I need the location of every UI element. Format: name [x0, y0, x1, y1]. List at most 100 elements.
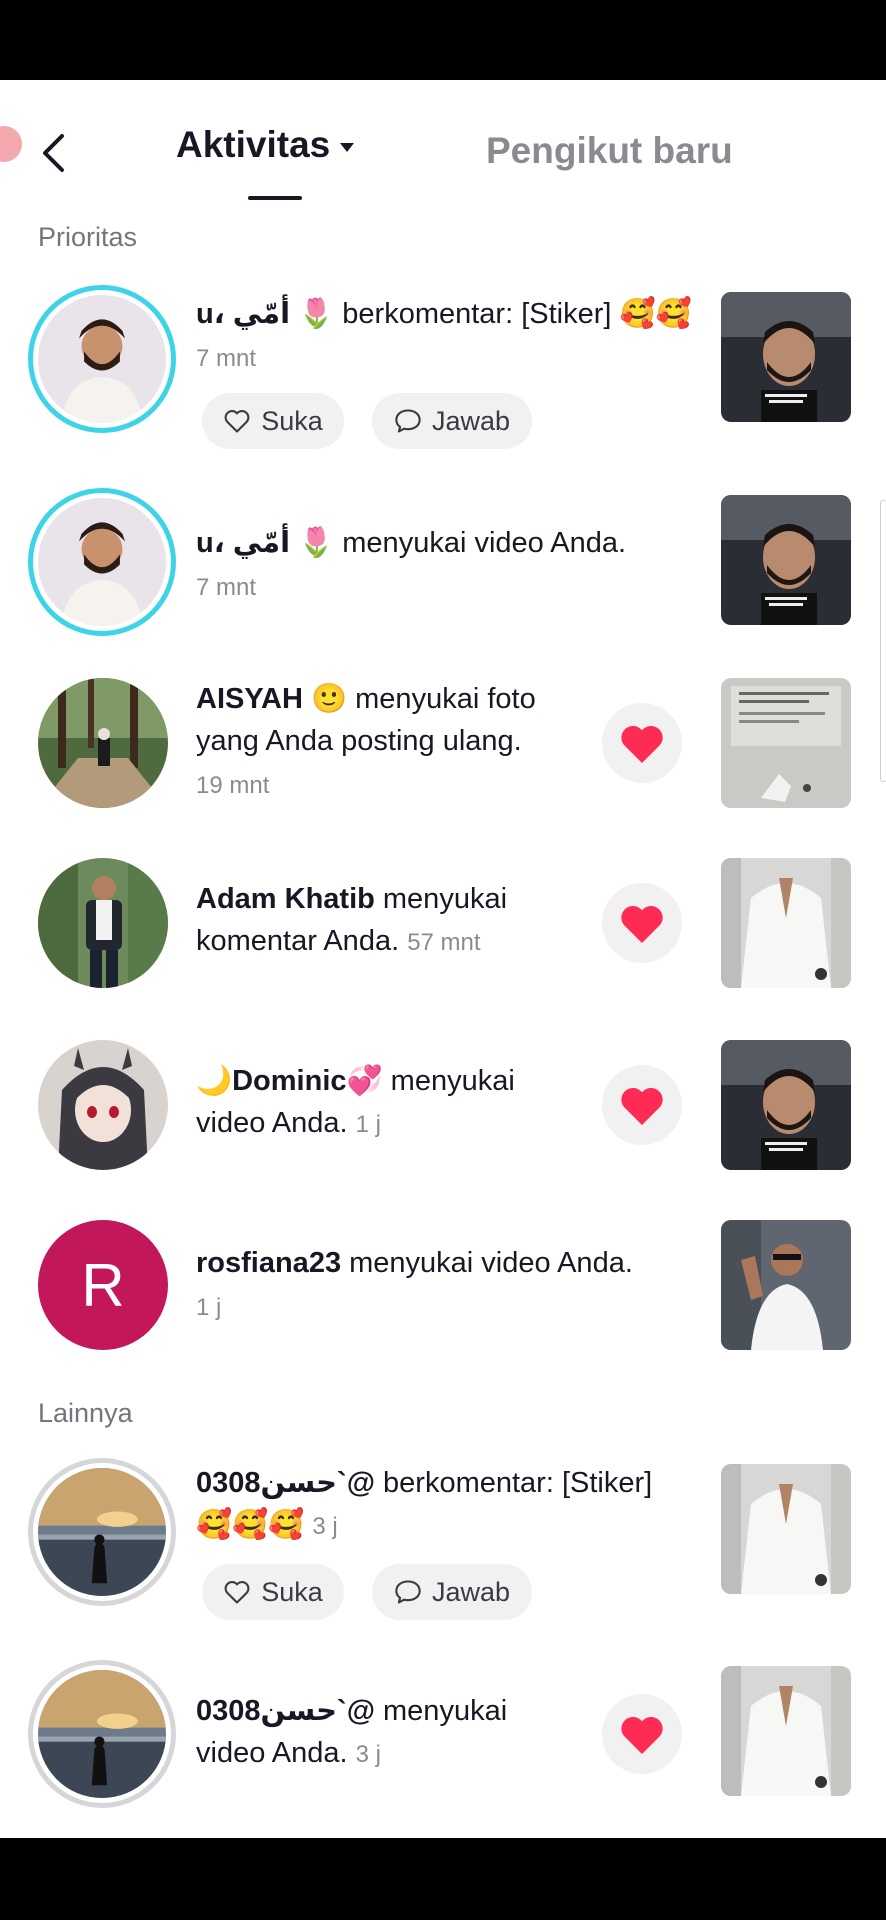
- username: 0308حسن`@: [196, 1695, 375, 1727]
- action-text: menyukai: [374, 883, 508, 915]
- video-thumbnail[interactable]: [721, 1666, 851, 1796]
- top-system-bar: [0, 0, 886, 80]
- like-label: Suka: [261, 1576, 323, 1607]
- like-back-button[interactable]: [602, 703, 682, 783]
- tab-aktivitas-label: Aktivitas: [176, 124, 331, 165]
- avatar[interactable]: [28, 488, 176, 636]
- avatar-initial: R: [81, 1251, 125, 1319]
- section-title-prioritas: Prioritas: [38, 222, 138, 252]
- heart-outline-icon: [224, 1581, 250, 1604]
- action-text: menyukai foto: [347, 683, 536, 715]
- notification-item[interactable]: AISYAH 🙂 menyukai foto yang Anda posting…: [0, 678, 886, 808]
- action-text-line2: video Anda.: [196, 1737, 356, 1769]
- heart-filled-icon: [621, 905, 663, 943]
- notification-text: 0308حسن`@ menyukai video Anda. 3 j: [196, 1690, 507, 1776]
- like-comment-button[interactable]: Suka: [202, 393, 344, 449]
- action-text-line2: komentar Anda.: [196, 925, 408, 957]
- username: u، أمّي: [196, 298, 291, 330]
- caret-down-icon: [340, 142, 355, 152]
- reply-label: Jawab: [431, 1576, 511, 1607]
- moon-emoji: 🌙: [196, 1065, 233, 1097]
- avatar[interactable]: [28, 1458, 176, 1606]
- chevron-left-icon: [43, 134, 64, 172]
- notification-text: u، أمّي 🌷 berkomentar: [Stiker] 🥰🥰: [196, 293, 692, 335]
- header: Aktivitas Pengikut baru: [0, 88, 886, 213]
- avatar[interactable]: R: [38, 1220, 168, 1350]
- notification-item[interactable]: 0308حسن`@ menyukai video Anda. 3 j: [0, 1660, 886, 1810]
- like-back-button[interactable]: [602, 1694, 682, 1774]
- tulip-emoji: 🌷: [298, 527, 335, 559]
- username: AISYAH: [196, 683, 303, 715]
- reply-button[interactable]: Jawab: [372, 1564, 532, 1620]
- video-thumbnail[interactable]: [721, 495, 851, 625]
- video-thumbnail[interactable]: [721, 858, 851, 988]
- action-text: menyukai: [382, 1065, 515, 1097]
- video-thumbnail[interactable]: [721, 292, 851, 422]
- action-text: menyukai video Anda.: [334, 527, 627, 559]
- avatar[interactable]: [38, 1040, 168, 1170]
- notification-item[interactable]: 0308حسن`@ berkomentar: [Stiker] 🥰🥰🥰 3 j …: [0, 1458, 886, 1638]
- avatar[interactable]: [38, 678, 168, 808]
- username: 0308حسن`@: [196, 1467, 375, 1499]
- reply-label: Jawab: [431, 405, 511, 436]
- tab-pengikut-baru-label: Pengikut baru: [486, 130, 733, 171]
- timestamp: 57 mnt: [407, 929, 481, 956]
- video-thumbnail[interactable]: [721, 1220, 851, 1350]
- heart-filled-icon: [621, 1087, 663, 1125]
- section-title-lainnya: Lainnya: [38, 1398, 133, 1428]
- smile-emoji: 🙂: [310, 683, 348, 715]
- action-text-line2: yang Anda posting ulang.: [196, 725, 522, 757]
- comment-bubble-icon: [395, 1580, 421, 1604]
- timestamp: 19 mnt: [196, 772, 270, 799]
- reply-button[interactable]: Jawab: [372, 393, 532, 449]
- notification-item[interactable]: u، أمّي 🌷 berkomentar: [Stiker] 🥰🥰 7 mnt…: [0, 285, 886, 465]
- video-thumbnail[interactable]: [721, 1040, 851, 1170]
- notification-text: u، أمّي 🌷 menyukai video Anda.: [196, 522, 626, 564]
- avatar[interactable]: [28, 285, 176, 433]
- notification-item[interactable]: u، أمّي 🌷 menyukai video Anda. 7 mnt: [0, 488, 886, 638]
- like-back-button[interactable]: [602, 1065, 682, 1145]
- tab-pengikut-baru[interactable]: Pengikut baru: [486, 130, 733, 172]
- heart-filled-icon: [621, 1716, 663, 1754]
- timestamp: 3 j: [312, 1513, 338, 1540]
- tab-indicator: [248, 196, 302, 200]
- avatar[interactable]: [28, 1660, 176, 1808]
- tab-aktivitas[interactable]: Aktivitas: [176, 124, 355, 166]
- notification-text: 0308حسن`@ berkomentar: [Stiker] 🥰🥰🥰 3 j: [196, 1462, 652, 1548]
- smiling-hearts-emoji: 🥰🥰: [619, 298, 692, 330]
- notification-text: 🌙Dominic💞 menyukai video Anda. 1 j: [196, 1060, 515, 1146]
- heart-outline-icon: [224, 410, 250, 433]
- smiling-hearts-emoji: 🥰🥰🥰: [196, 1509, 305, 1541]
- video-thumbnail[interactable]: [721, 1464, 851, 1594]
- action-text-line2: video Anda.: [196, 1107, 356, 1139]
- username: Dominic: [232, 1065, 347, 1097]
- heart-emoji: 💞: [346, 1065, 383, 1097]
- notification-item[interactable]: R rosfiana23 menyukai video Anda. 1 j: [0, 1220, 886, 1350]
- like-comment-button[interactable]: Suka: [202, 1564, 344, 1620]
- notification-text: Adam Khatib menyukai komentar Anda. 57 m…: [196, 878, 507, 964]
- photo-thumbnail[interactable]: [721, 678, 851, 808]
- action-text: menyukai: [374, 1695, 508, 1727]
- like-label: Suka: [261, 405, 323, 436]
- comment-bubble-icon: [395, 409, 421, 433]
- scrollbar[interactable]: [880, 500, 886, 782]
- tulip-emoji: 🌷: [298, 298, 335, 330]
- action-text: berkomentar: [Stiker]: [334, 298, 620, 330]
- action-text: menyukai video Anda.: [341, 1247, 633, 1279]
- username: rosfiana23: [196, 1247, 342, 1279]
- username: Adam Khatib: [196, 883, 375, 915]
- notification-item[interactable]: 🌙Dominic💞 menyukai video Anda. 1 j: [0, 1040, 886, 1170]
- username: u، أمّي: [196, 527, 291, 559]
- floating-bubble[interactable]: [0, 126, 22, 162]
- avatar[interactable]: [38, 858, 168, 988]
- action-text: berkomentar: [Stiker]: [374, 1467, 653, 1499]
- notification-text: AISYAH 🙂 menyukai foto yang Anda posting…: [196, 678, 536, 762]
- notification-item[interactable]: Adam Khatib menyukai komentar Anda. 57 m…: [0, 858, 886, 988]
- back-button[interactable]: [28, 128, 78, 178]
- like-back-button[interactable]: [602, 883, 682, 963]
- notification-text: rosfiana23 menyukai video Anda.: [196, 1242, 633, 1284]
- timestamp: 7 mnt: [196, 345, 257, 372]
- bottom-system-bar: [0, 1838, 886, 1920]
- timestamp: 1 j: [196, 1294, 222, 1321]
- status-bar: [0, 80, 886, 88]
